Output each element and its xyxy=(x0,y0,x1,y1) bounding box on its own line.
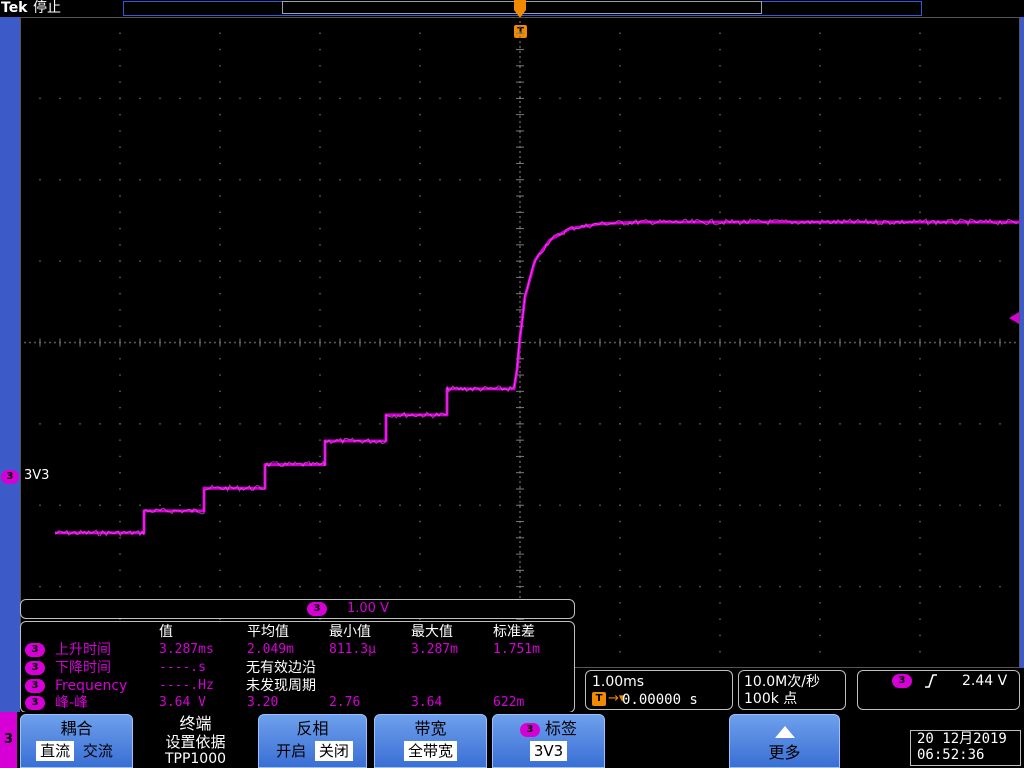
horizontal-readout[interactable]: 1.00ms T →▾ 0.00000 s xyxy=(585,670,733,710)
measurement-min: 811.3µ xyxy=(329,642,376,657)
measurement-value: 3.287ms xyxy=(159,642,214,657)
measurement-name: 峰-峰 xyxy=(55,695,89,711)
measurement-table[interactable]: 值 平均值 最小值 最大值 标准差 3 上升时间 3.287ms 2.049m … xyxy=(20,621,575,713)
coupling-title: 耦合 xyxy=(60,719,93,738)
measurement-row-rise-time[interactable]: 3 上升时间 3.287ms 2.049m 811.3µ 3.287m 1.75… xyxy=(21,641,574,659)
rising-edge-icon xyxy=(925,674,937,688)
bandwidth-title: 带宽 xyxy=(414,719,447,738)
header-min: 最小值 xyxy=(329,624,371,640)
left-rail xyxy=(0,17,20,712)
header-stddev: 标准差 xyxy=(493,624,535,640)
channel-label: 3V3 xyxy=(24,468,50,483)
coupling-option-ac[interactable]: 交流 xyxy=(79,741,117,761)
measurement-name: 上升时间 xyxy=(55,642,111,658)
channel-chip: 3 xyxy=(25,643,45,657)
channel-chip: 3 xyxy=(25,661,45,675)
header-mean: 平均值 xyxy=(247,624,289,640)
measurement-row-frequency[interactable]: 3 Frequency ----.Hz 未发现周期 xyxy=(21,677,574,695)
measurement-mean: 3.20 xyxy=(247,695,279,710)
time: 06:52:36 xyxy=(917,747,985,763)
brand-logo: Tek xyxy=(1,0,28,16)
more-button[interactable]: 更多 xyxy=(729,714,840,768)
menu-channel-tab[interactable]: 3 xyxy=(0,712,17,768)
channel-chip: 3 xyxy=(25,679,45,693)
measurement-mean: 2.049m xyxy=(247,642,294,657)
invert-button[interactable]: 反相 开启 关闭 xyxy=(258,714,367,768)
label-value: 3V3 xyxy=(529,741,568,761)
measurement-row-fall-time[interactable]: 3 下降时间 ----.s 无有效边沿 xyxy=(21,659,574,677)
label-title: 标签 xyxy=(545,719,578,738)
invert-option-on[interactable]: 开启 xyxy=(272,741,310,761)
measurement-row-peak-to-peak[interactable]: 3 峰-峰 3.64 V 3.20 2.76 3.64 622m xyxy=(21,694,574,712)
measurement-max: 3.64 xyxy=(411,695,443,710)
measurement-name: Frequency xyxy=(55,678,128,694)
more-title: 更多 xyxy=(768,743,801,762)
trigger-level-arrow-icon xyxy=(1009,312,1019,324)
invert-title: 反相 xyxy=(296,719,329,738)
date-time: 20 12月2019 06:52:36 xyxy=(910,730,1021,766)
termination-probe: TPP1000 xyxy=(164,751,227,767)
measurement-value: ----.Hz xyxy=(159,678,214,693)
right-rail xyxy=(1020,17,1024,668)
measurement-stddev: 622m xyxy=(493,695,525,710)
channel-chip: 3 xyxy=(25,696,45,710)
channel-3-trace xyxy=(55,220,1020,535)
status-bar: Tek 停止 xyxy=(0,0,1024,18)
measurement-name: 下降时间 xyxy=(55,660,111,676)
sample-rate: 10.0M次/秒 xyxy=(744,674,820,690)
vertical-scale-readout[interactable]: 3 1.00 V xyxy=(20,599,575,619)
bottom-menu: 3 耦合 直流 交流 终端 设置依据 TPP1000 反相 开启 关闭 带宽 全… xyxy=(0,712,1024,768)
coupling-option-dc[interactable]: 直流 xyxy=(36,741,75,761)
measurement-max: 3.287m xyxy=(411,642,458,657)
channel-3-trace-noise xyxy=(54,218,1019,537)
header-max: 最大值 xyxy=(411,624,453,640)
header-value: 值 xyxy=(159,624,173,640)
channel-chip: 3 xyxy=(307,602,327,616)
coupling-button[interactable]: 耦合 直流 交流 xyxy=(20,714,133,768)
waveform-graticule xyxy=(20,17,1020,668)
termination-title: 终端 xyxy=(179,714,212,733)
trigger-position-icon: T xyxy=(592,692,606,706)
trigger-position-value: 0.00000 s xyxy=(622,692,698,708)
measurement-message: 未发现周期 xyxy=(246,678,316,694)
termination-button[interactable]: 终端 设置依据 TPP1000 xyxy=(138,714,253,768)
measurement-value: ----.s xyxy=(159,660,206,675)
channel-3-ground-marker[interactable]: 3 xyxy=(1,470,19,484)
triangle-up-icon xyxy=(774,726,795,738)
measurement-min: 2.76 xyxy=(329,695,361,710)
trigger-readout[interactable]: 3 2.44 V xyxy=(857,670,1020,710)
label-button[interactable]: 3 标签 3V3 xyxy=(492,714,605,768)
run-status[interactable]: 停止 xyxy=(33,0,61,17)
measurement-value: 3.64 V xyxy=(159,695,206,710)
measurement-stddev: 1.751m xyxy=(493,642,540,657)
invert-option-off[interactable]: 关闭 xyxy=(314,741,353,761)
time-per-division: 1.00ms xyxy=(592,674,645,690)
bandwidth-value: 全带宽 xyxy=(403,741,457,761)
vertical-scale-value: 1.00 V xyxy=(347,601,389,616)
measurement-message: 无有效边沿 xyxy=(246,660,316,676)
record-length: 100k 点 xyxy=(744,691,798,707)
label-channel-chip: 3 xyxy=(519,722,540,737)
bandwidth-button[interactable]: 带宽 全带宽 xyxy=(374,714,487,768)
trigger-level: 2.44 V xyxy=(962,673,1008,689)
termination-line2: 设置依据 xyxy=(165,733,226,751)
date: 20 12月2019 xyxy=(917,731,1007,747)
acquisition-readout[interactable]: 10.0M次/秒 100k 点 xyxy=(738,670,846,710)
trigger-source-chip: 3 xyxy=(892,674,912,688)
